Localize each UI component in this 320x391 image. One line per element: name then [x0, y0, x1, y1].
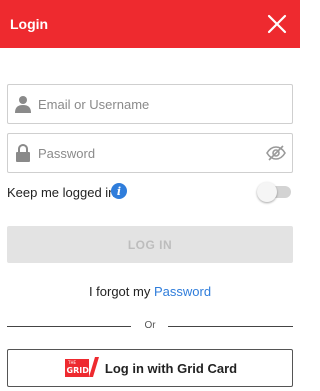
page-title: Login — [10, 16, 49, 32]
divider-right — [168, 326, 293, 327]
grid-logo-text: GRID — [66, 366, 89, 375]
keep-logged-in-row: Keep me logged in i — [7, 181, 293, 203]
grid-card-button-label: Log in with Grid Card — [104, 360, 238, 376]
forgot-password-link[interactable]: Password — [154, 284, 211, 299]
login-button[interactable]: LOG IN — [7, 226, 293, 263]
toggle-knob — [257, 182, 277, 202]
email-field-container — [7, 84, 293, 124]
info-icon[interactable]: i — [111, 183, 127, 199]
grid-logo-small-text: THE — [67, 360, 76, 365]
header-bar: Login — [0, 0, 300, 48]
eye-off-icon[interactable] — [266, 143, 286, 163]
user-icon — [14, 94, 32, 114]
lock-icon — [14, 143, 32, 163]
keep-logged-in-label: Keep me logged in — [7, 185, 116, 200]
email-input[interactable] — [38, 85, 268, 123]
grid-card-login-button[interactable]: THE GRID Log in with Grid Card — [7, 349, 293, 387]
forgot-password-row: I forgot my Password — [0, 284, 300, 299]
password-field-container — [7, 133, 293, 173]
forgot-prefix: I forgot my — [88, 284, 154, 299]
password-input[interactable] — [38, 134, 268, 172]
keep-logged-in-toggle[interactable] — [257, 182, 293, 202]
close-button[interactable] — [262, 9, 292, 39]
close-icon — [267, 14, 287, 34]
grid-card-logo: THE GRID — [63, 355, 99, 381]
